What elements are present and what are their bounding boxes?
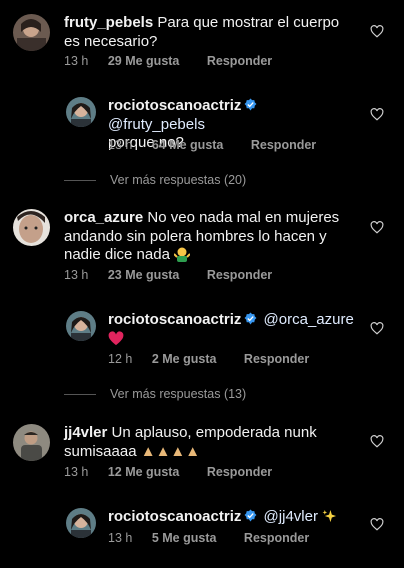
verified-badge-icon bbox=[244, 98, 257, 111]
comment-username[interactable]: orca_azure bbox=[64, 209, 143, 226]
reply-button[interactable]: Responder bbox=[251, 138, 316, 152]
like-heart-icon[interactable] bbox=[370, 25, 384, 38]
avatar[interactable] bbox=[66, 508, 96, 538]
comment-meta: 12 h 2 Me gusta Responder bbox=[108, 352, 309, 366]
mention-link[interactable]: @orca_azure bbox=[264, 311, 354, 328]
divider bbox=[64, 179, 96, 181]
reply-button[interactable]: Responder bbox=[244, 352, 309, 366]
comment-text: rociotoscanoactriz @jj4vler bbox=[108, 508, 358, 527]
verified-badge-icon bbox=[244, 509, 257, 522]
comment-likes[interactable]: 23 Me gusta bbox=[108, 268, 180, 282]
avatar[interactable] bbox=[66, 97, 96, 127]
avatar[interactable] bbox=[13, 424, 50, 461]
reply-button[interactable]: Responder bbox=[244, 531, 309, 545]
like-heart-icon[interactable] bbox=[370, 322, 384, 335]
divider bbox=[64, 393, 96, 395]
comment-likes[interactable]: 12 Me gusta bbox=[108, 465, 180, 479]
comment-meta: 13 h 64 Me gusta Responder bbox=[108, 138, 316, 152]
comment-meta: 13 h 5 Me gusta Responder bbox=[108, 531, 309, 545]
comment-username[interactable]: fruty_pebels bbox=[64, 14, 153, 31]
view-more-replies[interactable]: Ver más respuestas (13) bbox=[64, 387, 246, 401]
like-heart-icon[interactable] bbox=[370, 108, 384, 121]
comment-username[interactable]: rociotoscanoactriz bbox=[108, 508, 241, 525]
reply-button[interactable]: Responder bbox=[207, 465, 272, 479]
mention-link[interactable]: @jj4vler bbox=[264, 508, 318, 525]
red-heart-emoji-icon bbox=[108, 330, 124, 345]
comment-likes[interactable]: 29 Me gusta bbox=[108, 54, 180, 68]
comment-meta: 13 h 29 Me gusta Responder bbox=[64, 54, 272, 68]
comment-text: rociotoscanoactriz @orca_azure bbox=[108, 311, 358, 348]
comment-time: 13 h bbox=[108, 138, 133, 152]
avatar[interactable] bbox=[13, 14, 50, 51]
comment-time: 13 h bbox=[64, 465, 89, 479]
comment-likes[interactable]: 64 Me gusta bbox=[152, 138, 224, 152]
comment-username[interactable]: rociotoscanoactriz bbox=[108, 311, 241, 328]
reply-button[interactable]: Responder bbox=[207, 54, 272, 68]
comment-time: 13 h bbox=[108, 531, 133, 545]
comment-username[interactable]: jj4vler bbox=[64, 424, 107, 441]
view-more-label[interactable]: Ver más respuestas (20) bbox=[110, 173, 246, 187]
comment-text: fruty_pebels Para que mostrar el cuerpo … bbox=[64, 14, 354, 51]
comment-meta: 13 h 23 Me gusta Responder bbox=[64, 268, 272, 282]
comment-time: 13 h bbox=[64, 54, 89, 68]
like-heart-icon[interactable] bbox=[370, 518, 384, 531]
reply-button[interactable]: Responder bbox=[207, 268, 272, 282]
comment-likes[interactable]: 5 Me gusta bbox=[152, 531, 217, 545]
like-heart-icon[interactable] bbox=[370, 221, 384, 234]
avatar[interactable] bbox=[66, 311, 96, 341]
folded-hands-emoji-icon: ▲▲▲▲ bbox=[140, 442, 201, 460]
sparkles-emoji-icon bbox=[322, 509, 337, 523]
comment-text: orca_azure No veo nada mal en mujeres an… bbox=[64, 209, 344, 265]
person-shrugging-emoji-icon bbox=[174, 247, 191, 262]
view-more-replies[interactable]: Ver más respuestas (20) bbox=[64, 173, 246, 187]
comment-time: 13 h bbox=[64, 268, 89, 282]
view-more-label[interactable]: Ver más respuestas (13) bbox=[110, 387, 246, 401]
comment-likes[interactable]: 2 Me gusta bbox=[152, 352, 217, 366]
comment-meta: 13 h 12 Me gusta Responder bbox=[64, 465, 272, 479]
mention-link[interactable]: @fruty_pebels bbox=[108, 116, 205, 133]
comment-username[interactable]: rociotoscanoactriz bbox=[108, 97, 241, 114]
comment-text: jj4vler Un aplauso, empoderada nunk sumi… bbox=[64, 424, 344, 461]
avatar[interactable] bbox=[13, 209, 50, 246]
comment-time: 12 h bbox=[108, 352, 133, 366]
verified-badge-icon bbox=[244, 312, 257, 325]
like-heart-icon[interactable] bbox=[370, 435, 384, 448]
